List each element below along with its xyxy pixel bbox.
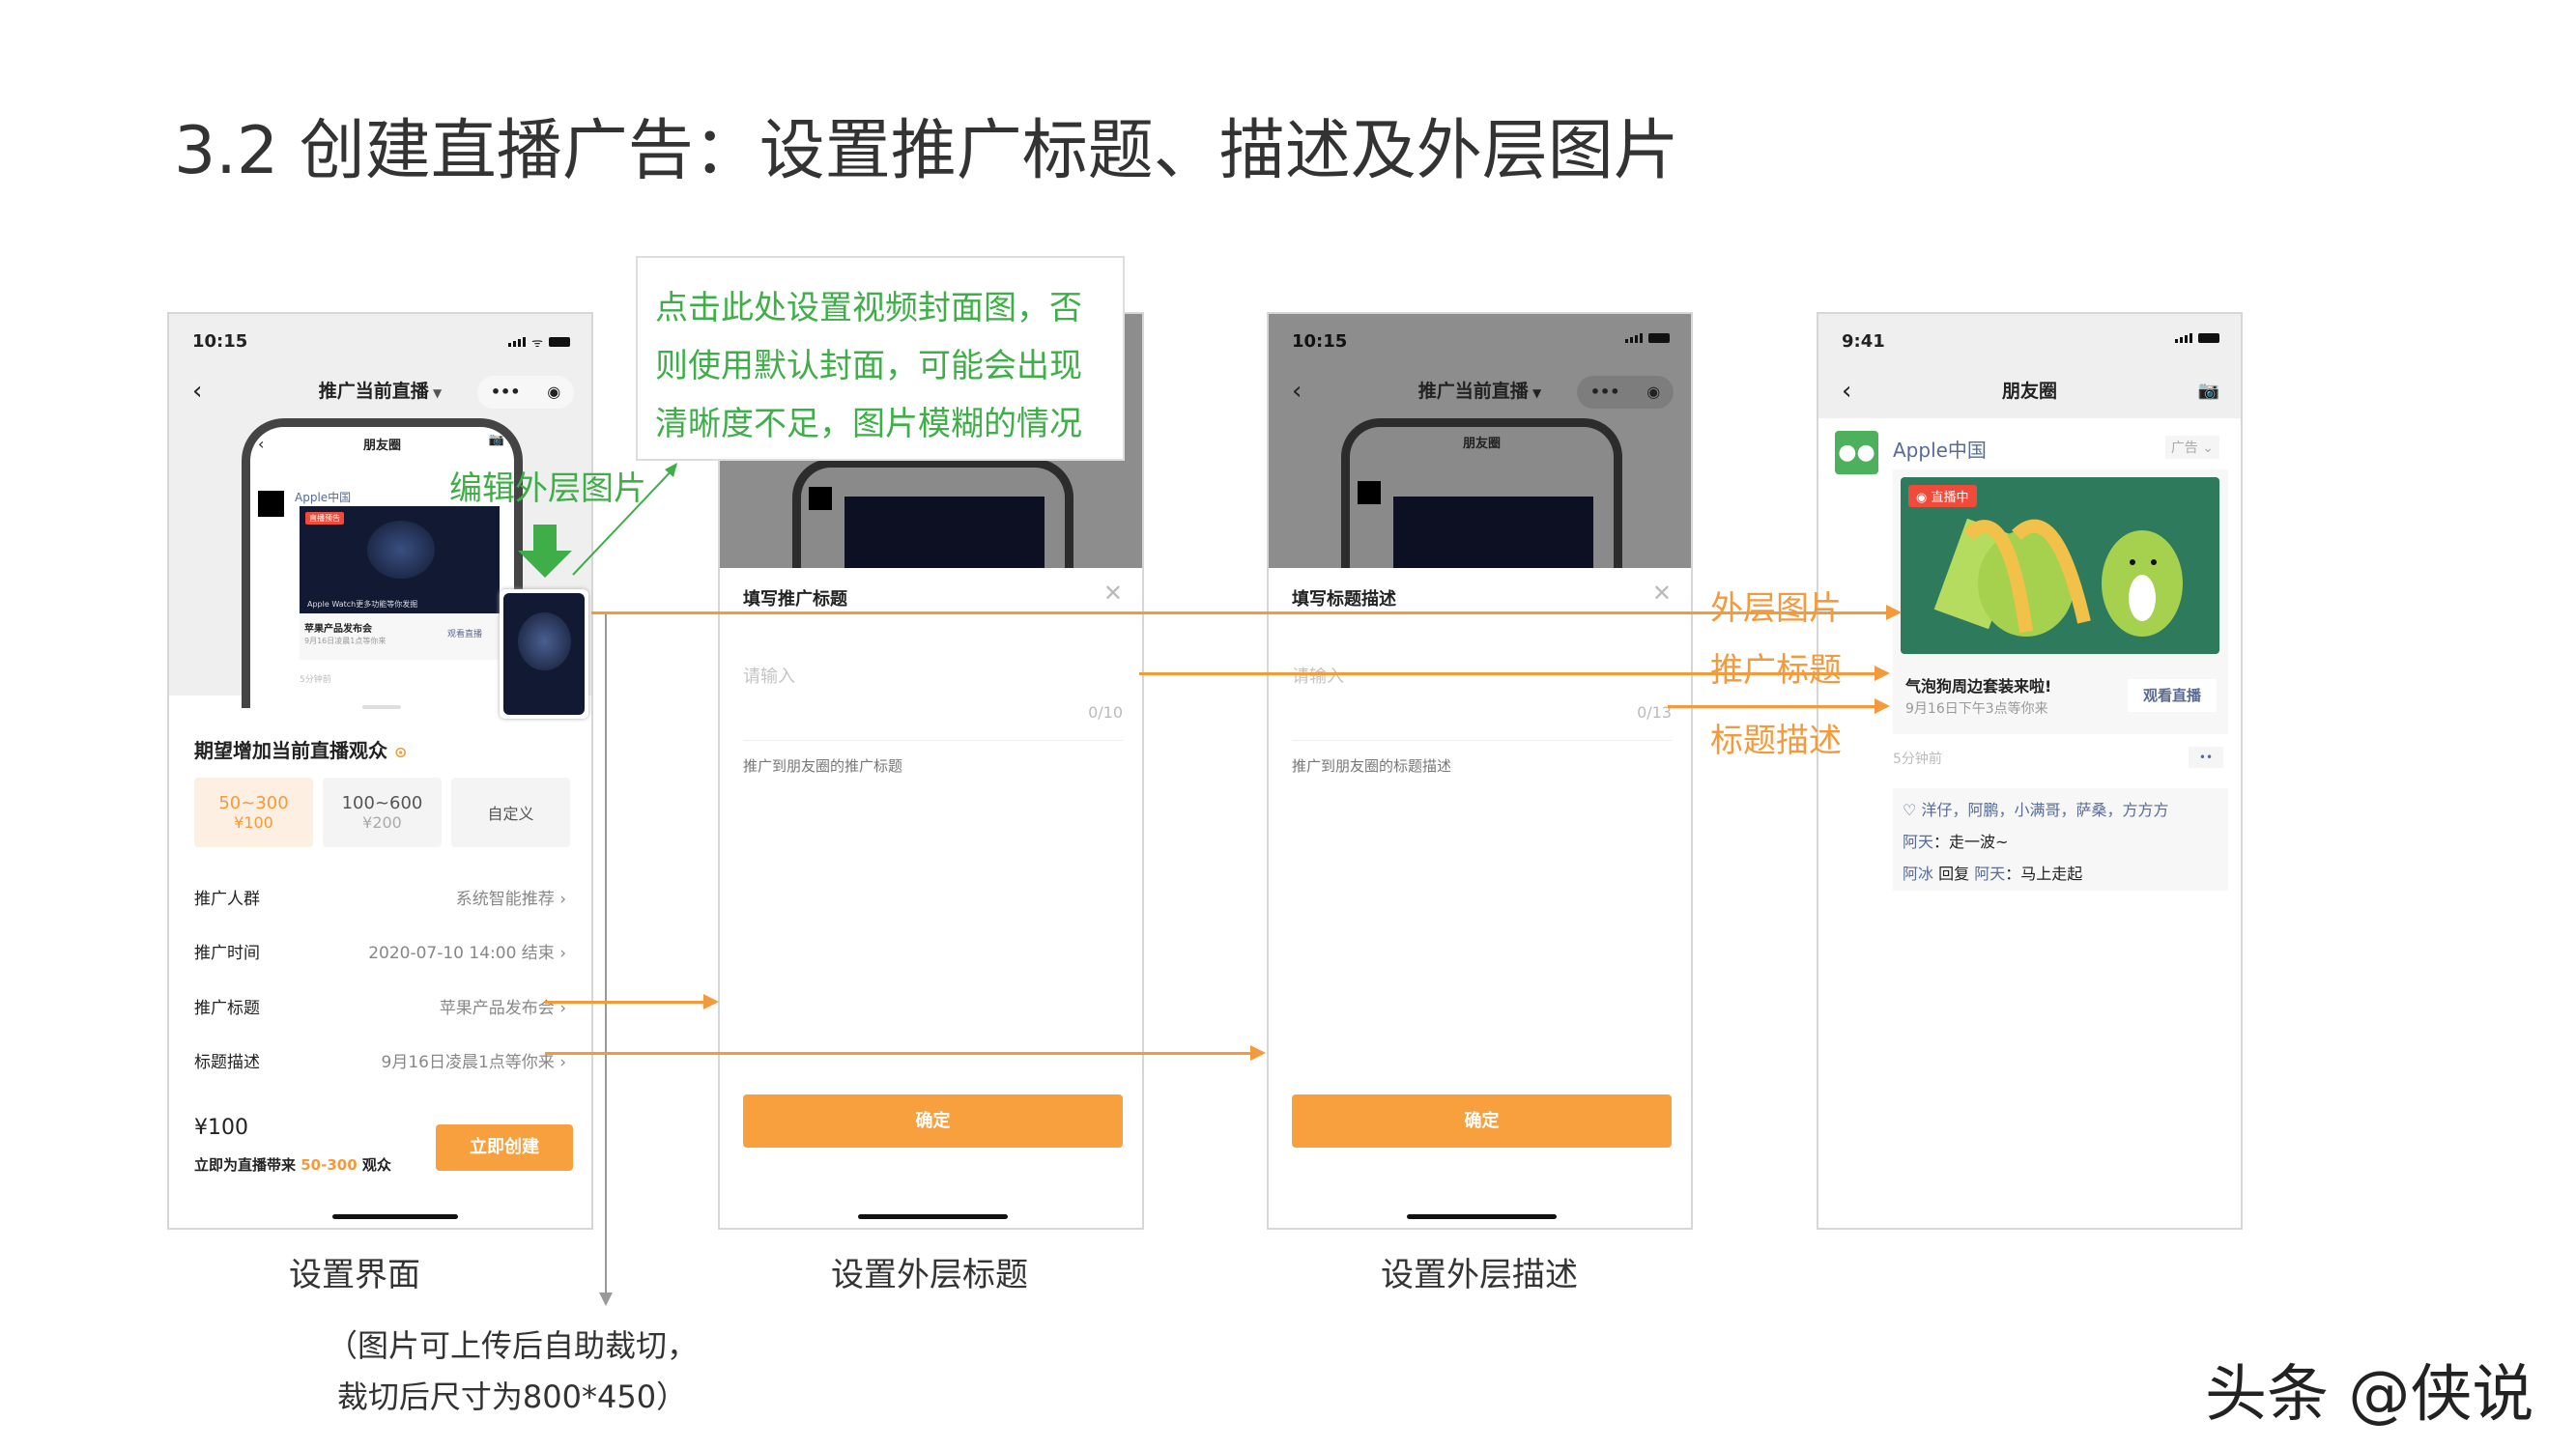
annotation-cover: 外层图片 bbox=[1710, 589, 1842, 628]
caption-title: 设置外层标题 bbox=[831, 1256, 1028, 1294]
connector-lines bbox=[518, 463, 677, 1306]
caption-settings: 设置界面 bbox=[289, 1256, 420, 1294]
caption-description: 设置外层描述 bbox=[1381, 1256, 1578, 1294]
crop-note-line2: 裁切后尺寸为800*450） bbox=[336, 1378, 688, 1415]
watermark: 头条 @侠说 bbox=[2205, 1359, 2534, 1431]
row-description-connector bbox=[545, 1052, 1252, 1055]
annotation-title: 推广标题 bbox=[1710, 651, 1842, 690]
crop-note-line1: （图片可上传后自助裁切， bbox=[326, 1327, 699, 1364]
description-connector bbox=[1668, 705, 1875, 708]
cover-connector bbox=[591, 611, 1886, 614]
row-title-connector bbox=[545, 1001, 705, 1004]
callout-line bbox=[572, 465, 677, 576]
down-arrow-icon bbox=[518, 525, 572, 578]
annotation-description: 标题描述 bbox=[1710, 722, 1842, 760]
